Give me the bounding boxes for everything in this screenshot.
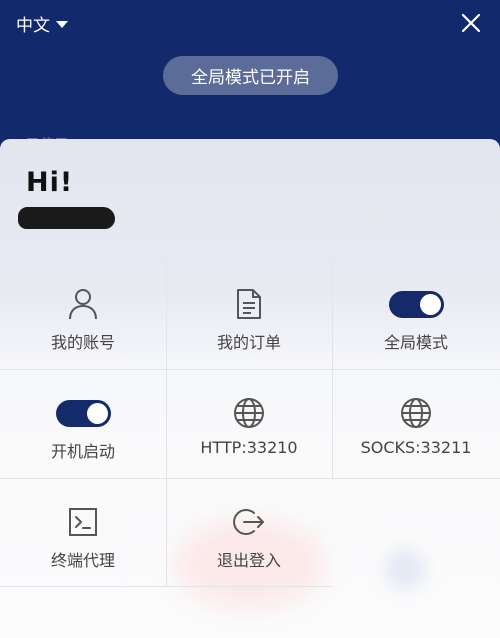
socks-proxy-button[interactable]: SOCKS:33211 xyxy=(333,370,499,478)
document-icon xyxy=(237,289,261,319)
greeting: Hi! xyxy=(26,167,74,198)
http-proxy-button[interactable]: HTTP:33210 xyxy=(166,370,332,478)
autostart-toggle[interactable] xyxy=(55,399,111,427)
terminal-icon xyxy=(69,508,97,536)
autostart-cell: 开机启动 xyxy=(0,370,166,478)
status-pill: 全局模式已开启 xyxy=(163,56,338,95)
logout-icon xyxy=(233,509,264,535)
account-label: 我的账号 xyxy=(50,333,115,352)
terminal-proxy-button[interactable]: 终端代理 xyxy=(0,479,166,587)
user-icon xyxy=(69,289,97,320)
autostart-label: 开机启动 xyxy=(50,442,115,461)
logout-button[interactable]: 退出登入 xyxy=(166,479,332,587)
close-icon[interactable] xyxy=(460,12,482,34)
global-mode-label: 全局模式 xyxy=(383,333,448,352)
logout-label: 退出登入 xyxy=(216,551,281,570)
orders-button[interactable]: 我的订单 xyxy=(166,261,332,369)
redacted-username xyxy=(18,207,115,229)
globe-icon xyxy=(234,398,264,428)
language-selector[interactable]: 中文 xyxy=(16,12,68,36)
account-button[interactable]: 我的账号 xyxy=(0,261,166,369)
header: 中文 全局模式已开启 已使用 xyxy=(0,0,500,153)
caret-down-icon xyxy=(56,20,68,28)
orders-label: 我的订单 xyxy=(216,333,281,352)
global-mode-toggle[interactable] xyxy=(388,290,444,318)
toggle-knob xyxy=(86,402,108,424)
terminal-proxy-label: 终端代理 xyxy=(50,551,115,570)
menu-grid: 我的账号 我的订单 全局模式 开机启动 HTTP:33210 SOCKS:332… xyxy=(0,261,500,587)
toggle-knob xyxy=(419,293,441,315)
language-label: 中文 xyxy=(16,15,50,36)
globe-icon xyxy=(401,398,431,428)
socks-label: SOCKS:33211 xyxy=(360,438,472,457)
http-label: HTTP:33210 xyxy=(200,438,298,457)
global-mode-cell: 全局模式 xyxy=(333,261,499,369)
account-panel: Hi! 我的账号 我的订单 全局模式 开机启动 HTTP:33210 SOCKS… xyxy=(0,139,500,638)
